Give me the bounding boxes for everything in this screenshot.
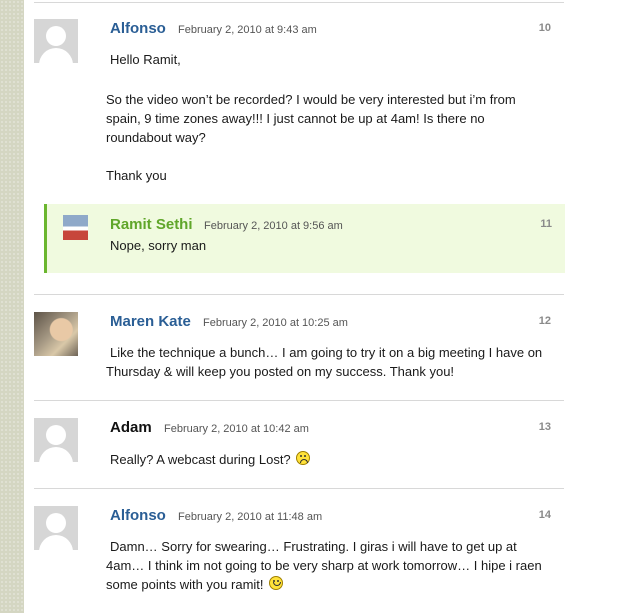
default-avatar-icon — [34, 418, 78, 462]
comment-text: Really? A webcast during Lost? — [110, 452, 291, 467]
comment-text: Damn… Sorry for swearing… Frustrating. I… — [106, 539, 542, 592]
default-avatar-icon — [34, 506, 78, 550]
comment-number[interactable]: 11 — [540, 218, 552, 230]
comment-divider — [34, 294, 564, 295]
comment-text: Thank you — [106, 168, 167, 183]
comment-text-row: Really? A webcast during Lost? — [110, 450, 555, 469]
comment-author[interactable]: Alfonso — [110, 507, 166, 524]
avatar — [34, 312, 78, 356]
admin-reply: Ramit Sethi February 2, 2010 at 9:56 am … — [44, 204, 565, 273]
comment-date[interactable]: February 2, 2010 at 10:42 am — [164, 423, 309, 435]
comment-text: Like the technique a bunch… I am going t… — [106, 345, 543, 379]
comment-date[interactable]: February 2, 2010 at 9:43 am — [178, 24, 317, 36]
comment-author[interactable]: Alfonso — [110, 20, 166, 37]
comment-date[interactable]: February 2, 2010 at 9:56 am — [204, 220, 343, 232]
comment-text: Hello Ramit, — [110, 52, 181, 67]
page-background-strip — [0, 0, 24, 613]
comment-author[interactable]: Maren Kate — [110, 313, 191, 330]
comment-number[interactable]: 13 — [539, 421, 551, 433]
comment-divider — [34, 488, 564, 489]
comment-number[interactable]: 12 — [539, 315, 551, 327]
comment-text: So the video won’t be recorded? I would … — [106, 92, 516, 145]
avatar — [63, 215, 88, 240]
comment-text: Nope, sorry man — [110, 238, 207, 253]
comment-date[interactable]: February 2, 2010 at 11:48 am — [178, 511, 322, 523]
comment-list: Alfonso February 2, 2010 at 9:43 am 10 H… — [24, 0, 618, 613]
comment-text-row: Damn… Sorry for swearing… Frustrating. I… — [106, 537, 554, 594]
comment-number[interactable]: 14 — [539, 509, 551, 521]
comment-divider — [34, 2, 564, 3]
comment-author[interactable]: Adam — [110, 419, 152, 436]
comment-date[interactable]: February 2, 2010 at 10:25 am — [203, 317, 348, 329]
comment-number[interactable]: 10 — [539, 22, 551, 34]
default-avatar-icon — [34, 19, 78, 63]
wink-smiley-icon — [269, 576, 284, 590]
sad-smiley-icon — [296, 451, 311, 465]
comment-author[interactable]: Ramit Sethi — [110, 216, 193, 233]
comment-divider — [34, 400, 564, 401]
